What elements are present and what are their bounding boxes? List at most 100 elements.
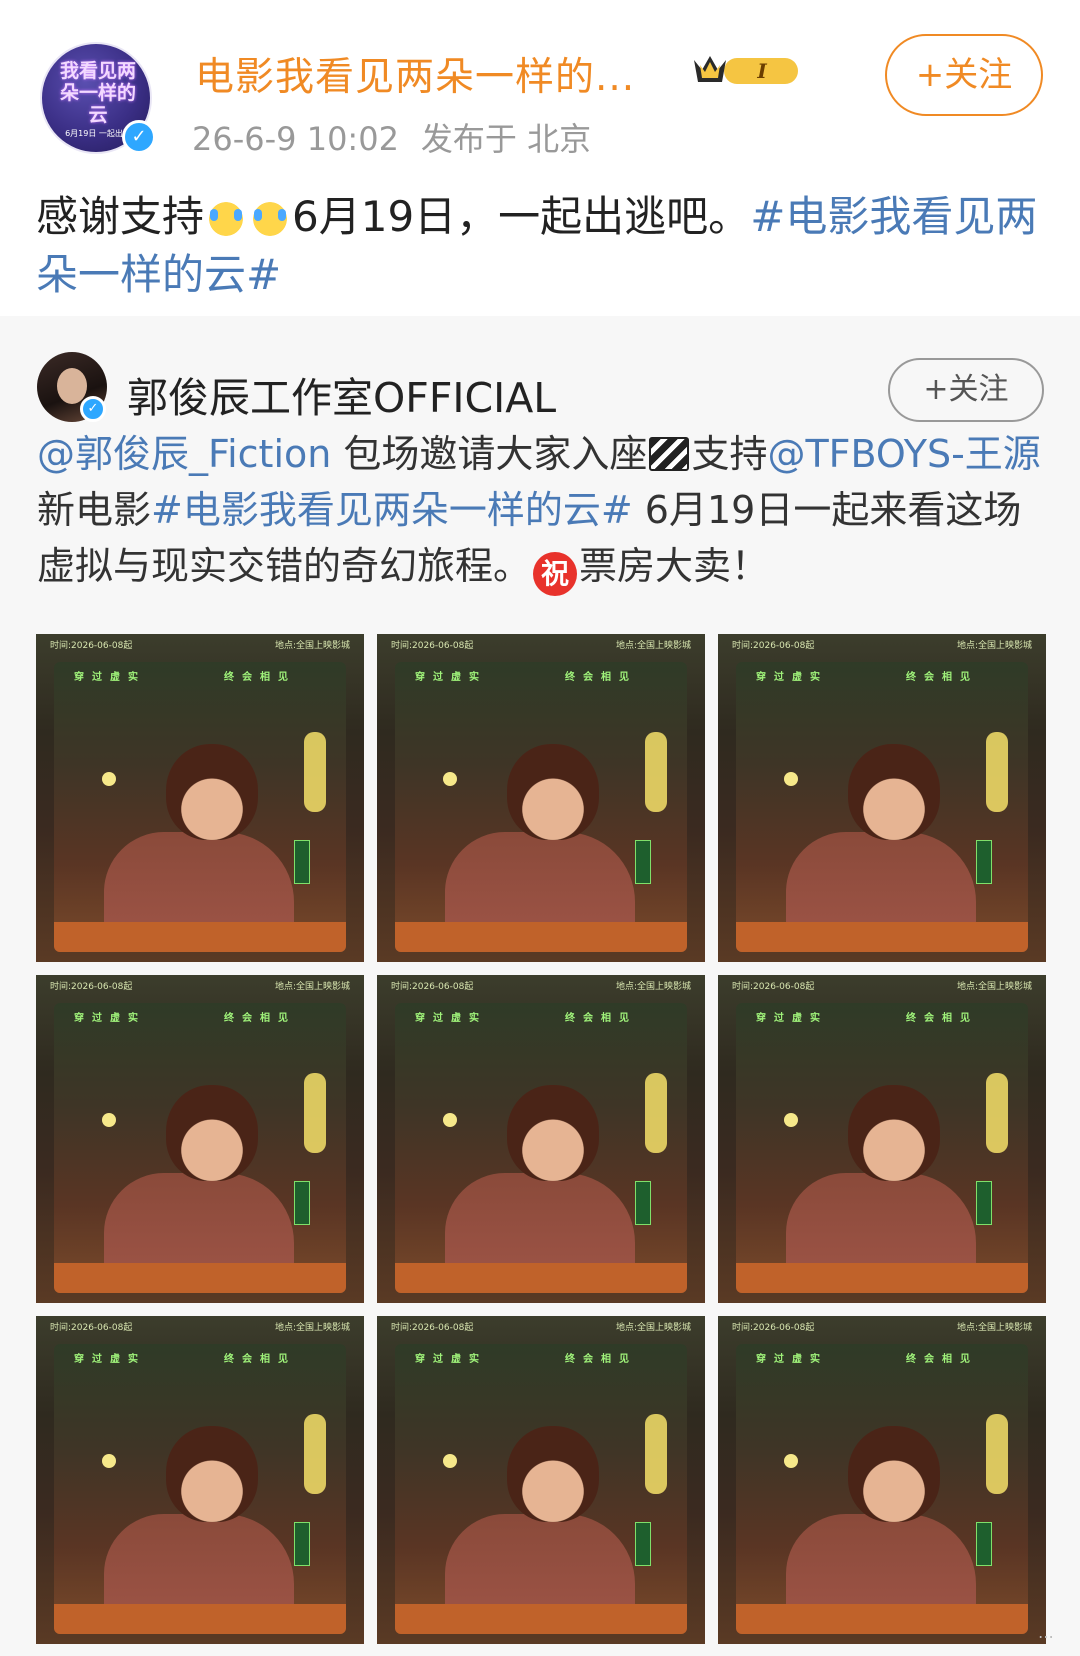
mention-link[interactable]: @郭俊辰_Fiction: [37, 432, 331, 476]
table-surface: [736, 922, 1028, 952]
crying-face-icon: [249, 197, 292, 237]
mention-link[interactable]: @TFBOYS-王源: [767, 432, 1040, 476]
poster-slogan: 穿过虚实 终会相见: [74, 668, 324, 683]
poster-image[interactable]: 时间:2026-06-08起 地点:全国上映影城穿过虚实 终会相见: [377, 634, 705, 962]
lamp-light: [784, 1454, 798, 1468]
main-post: 我看见两朵一样的云 6月19日 一起出逃 ✓ 电影我看见两朵一样的... I +…: [0, 0, 1080, 316]
crown-icon[interactable]: I: [690, 52, 806, 88]
poster-caption: 时间:2026-06-08起 地点:全国上映影城: [732, 1320, 1032, 1333]
person-head: [507, 1085, 599, 1181]
follow-button[interactable]: +关注: [885, 34, 1043, 116]
post-author-name[interactable]: 电影我看见两朵一样的...: [195, 46, 635, 102]
poster-time-caption: 时间:2026-06-08起: [732, 1323, 815, 1333]
verified-icon: ✓: [80, 396, 106, 422]
poster-image[interactable]: 时间:2026-06-08起 地点:全国上映影城穿过虚实 终会相见: [718, 975, 1046, 1303]
lamp-light: [102, 772, 116, 786]
poster-caption: 时间:2026-06-08起 地点:全国上映影城: [391, 979, 691, 992]
neon-light: [986, 1073, 1008, 1153]
lamp-light: [102, 1113, 116, 1127]
repost-follow-button[interactable]: +关注: [888, 358, 1044, 422]
poster-slogan: 穿过虚实 终会相见: [756, 1009, 1006, 1024]
poster-slogan-left: 穿过虚实: [74, 1354, 146, 1365]
poster-image[interactable]: 时间:2026-06-08起 地点:全国上映影城 穿过虚实 终会相见: [36, 975, 364, 1303]
poster-credit: [635, 1522, 651, 1566]
table-surface: [736, 1263, 1028, 1293]
lamp-light: [443, 1454, 457, 1468]
poster-credit: [976, 840, 992, 884]
person-head: [166, 744, 258, 840]
poster-image[interactable]: 时间:2026-06-08起 地点:全国上映影城穿过虚实 终会相见: [36, 1316, 364, 1644]
poster-image[interactable]: 时间:2026-06-08起 地点:全国上映影城 穿过虚实 终会相见: [718, 1316, 1046, 1644]
repost-text-part: 票房大卖！: [579, 544, 770, 588]
level-badge-text: I: [756, 59, 767, 83]
poster-scene: [736, 662, 1028, 952]
poster-location-caption: 地点:全国上映影城: [615, 982, 691, 992]
post-time: 26-6-9 10:02: [192, 120, 399, 158]
repost-text: @郭俊辰_Fiction 包场邀请大家入座 支持@TFBOYS-王源 新电影#电影…: [37, 426, 1047, 596]
person-head: [166, 1426, 258, 1522]
poster-scene: [54, 662, 346, 952]
poster-caption: 时间:2026-06-08起 地点:全国上映影城: [732, 979, 1032, 992]
poster-caption: 时间:2026-06-08起 地点:全国上映影城: [732, 638, 1032, 651]
celebrate-icon: 祝: [533, 552, 578, 596]
poster-slogan-right: 终会相见: [565, 672, 637, 683]
poster-slogan-left: 穿过虚实: [74, 672, 146, 683]
poster-caption: 时间:2026-06-08起 地点:全国上映影城: [50, 1320, 350, 1333]
poster-image[interactable]: 时间:2026-06-08起 地点:全国上映影城 穿过虚实 终会相见: [377, 975, 705, 1303]
post-text: 感谢支持 6月19日，一起出逃吧。#电影我看见两朵一样的云#: [36, 188, 1046, 304]
post-text-start: 感谢支持: [36, 192, 205, 241]
poster-slogan: 穿过虚实 终会相见: [756, 668, 1006, 683]
poster-slogan-left: 穿过虚实: [74, 1013, 146, 1024]
poster-caption: 时间:2026-06-08起 地点:全国上映影城: [391, 638, 691, 651]
neon-light: [304, 732, 326, 812]
neon-light: [645, 732, 667, 812]
repost-text-part: 包场邀请大家入座: [331, 432, 648, 476]
poster-image[interactable]: 时间:2026-06-08起 地点:全国上映影城 穿过虚实 终会相见: [36, 634, 364, 962]
poster-scene: [54, 1344, 346, 1634]
poster-image[interactable]: 时间:2026-06-08起 地点:全国上映影城穿过虚实 终会相见: [377, 1316, 705, 1644]
neon-light: [986, 1414, 1008, 1494]
poster-time-caption: 时间:2026-06-08起: [50, 641, 133, 651]
table-surface: [54, 1263, 346, 1293]
poster-credit: [976, 1522, 992, 1566]
poster-time-caption: 时间:2026-06-08起: [732, 982, 815, 992]
poster-slogan-left: 穿过虚实: [415, 672, 487, 683]
poster-slogan: 穿过虚实 终会相见: [74, 1009, 324, 1024]
poster-time-caption: 时间:2026-06-08起: [391, 641, 474, 651]
poster-image[interactable]: 时间:2026-06-08起 地点:全国上映影城 穿过虚实 终会相见: [718, 634, 1046, 962]
person-head: [166, 1085, 258, 1181]
lamp-light: [443, 772, 457, 786]
repost-text-part: 支持: [691, 432, 768, 476]
poster-slogan: 穿过虚实 终会相见: [756, 1350, 1006, 1365]
poster-credit: [976, 1181, 992, 1225]
poster-scene: [395, 1003, 687, 1293]
poster-slogan-right: 终会相见: [565, 1013, 637, 1024]
person-head: [507, 744, 599, 840]
poster-location-caption: 地点:全国上映影城: [615, 1323, 691, 1333]
poster-location-caption: 地点:全国上映影城: [956, 982, 1032, 992]
poster-location-caption: 地点:全国上映影城: [274, 1323, 350, 1333]
table-surface: [54, 922, 346, 952]
repost-author-name[interactable]: 郭俊辰工作室OFFICIAL: [127, 364, 556, 424]
repost-text-part: 新电影: [37, 488, 152, 532]
verified-icon: ✓: [122, 120, 156, 154]
poster-slogan: 穿过虚实 终会相见: [74, 1350, 324, 1365]
poster-slogan: 穿过虚实 终会相见: [415, 1350, 665, 1365]
repost-card[interactable]: ✓ 郭俊辰工作室OFFICIAL +关注 @郭俊辰_Fiction 包场邀请大家…: [0, 316, 1080, 1656]
image-grid: 时间:2026-06-08起 地点:全国上映影城 穿过虚实 终会相见 时间:2026-0…: [36, 634, 1046, 1656]
post-meta: 26-6-9 10:02 发布于 北京: [192, 114, 591, 160]
poster-credit: [635, 840, 651, 884]
poster-location-caption: 地点:全国上映影城: [274, 982, 350, 992]
neon-light: [304, 1073, 326, 1153]
poster-slogan-right: 终会相见: [224, 1354, 296, 1365]
poster-caption: 时间:2026-06-08起 地点:全国上映影城: [391, 1320, 691, 1333]
table-surface: [395, 1604, 687, 1634]
poster-scene: [54, 1003, 346, 1293]
poster-time-caption: 时间:2026-06-08起: [391, 1323, 474, 1333]
repost-hashtag[interactable]: #电影我看见两朵一样的云#: [151, 488, 633, 532]
crying-face-icon: [205, 197, 248, 237]
poster-slogan-right: 终会相见: [906, 1013, 978, 1024]
poster-scene: [395, 662, 687, 952]
table-surface: [395, 1263, 687, 1293]
poster-caption: 时间:2026-06-08起 地点:全国上映影城: [50, 638, 350, 651]
